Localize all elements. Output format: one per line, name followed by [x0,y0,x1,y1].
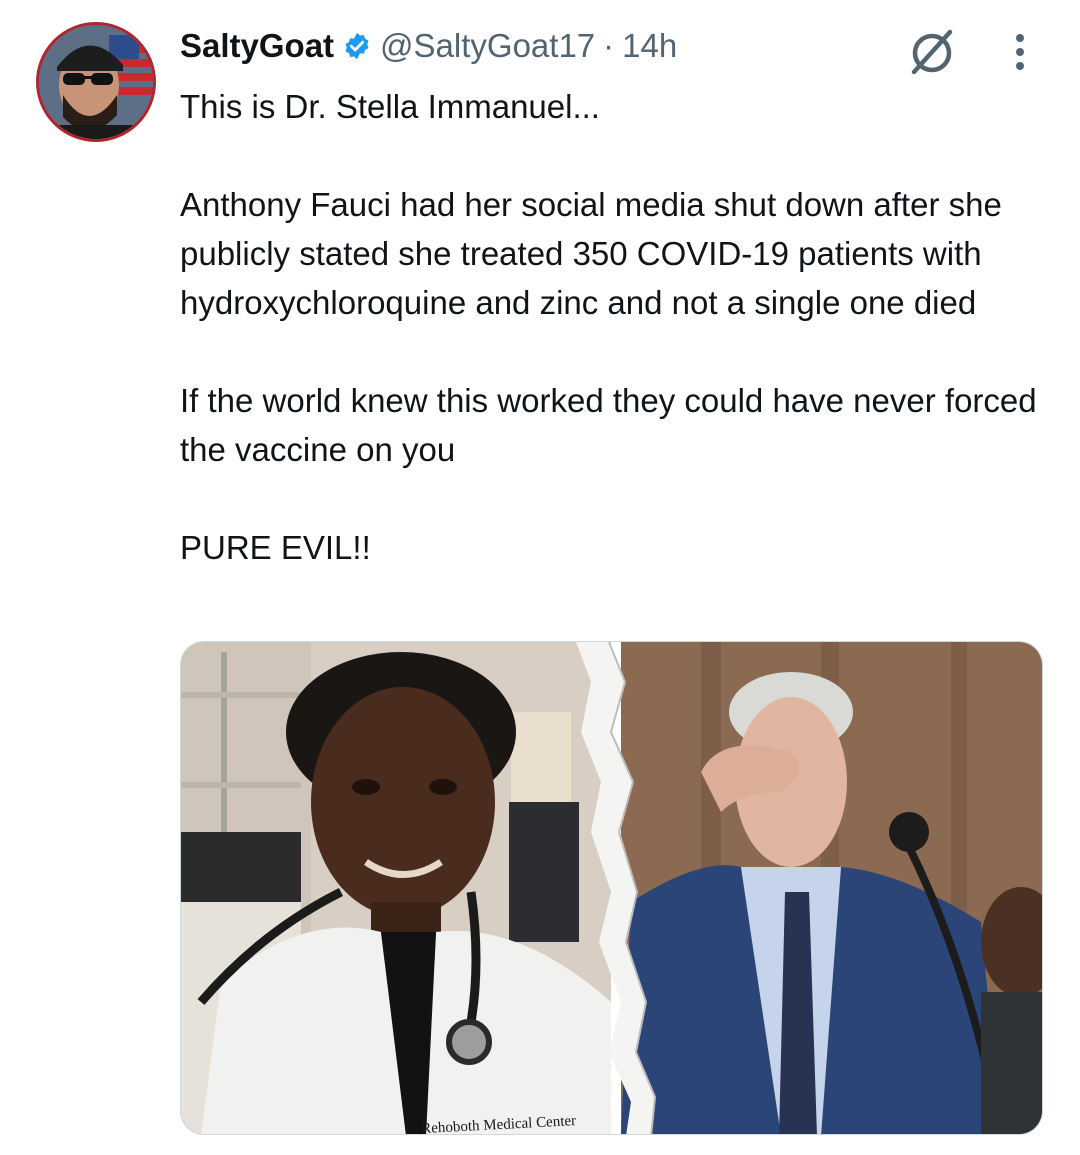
grok-icon[interactable] [904,24,960,80]
tweet-text: This is Dr. Stella Immanuel... Anthony F… [180,82,1060,572]
display-name[interactable]: SaltyGoat [180,27,334,65]
tweet-media-image[interactable]: Rehoboth Medical Center [180,641,1043,1135]
verified-badge-icon [342,31,372,61]
tweet-header: SaltyGoat @SaltyGoat17 · 14h [180,24,677,68]
tweet-paragraph: PURE EVIL!! [180,529,371,566]
more-options-icon[interactable] [1006,30,1034,74]
tweet-paragraph: If the world knew this worked they could… [180,382,1037,468]
tweet-paragraph: This is Dr. Stella Immanuel... [180,88,600,125]
user-handle[interactable]: @SaltyGoat17 [380,27,595,65]
tweet-paragraph: Anthony Fauci had her social media shut … [180,186,1002,321]
timestamp[interactable]: 14h [622,27,677,65]
separator-dot: · [603,27,615,64]
avatar[interactable] [36,22,156,142]
tweet[interactable]: SaltyGoat @SaltyGoat17 · 14h This is Dr.… [0,0,1080,1155]
